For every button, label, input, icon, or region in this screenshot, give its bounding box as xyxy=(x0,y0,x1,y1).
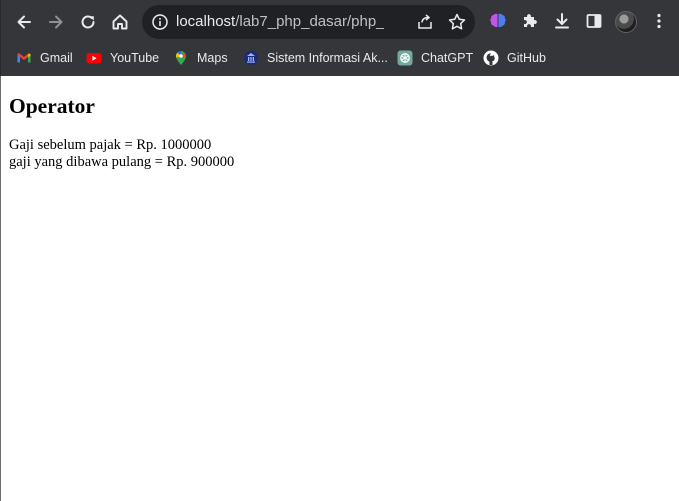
url-host: localhost xyxy=(176,13,236,30)
bookmark-youtube[interactable]: YouTube xyxy=(86,47,159,69)
reload-icon xyxy=(81,15,95,29)
arrow-right-icon xyxy=(49,15,63,29)
bookmark-label: ChatGPT xyxy=(421,51,474,65)
side-panel-button[interactable] xyxy=(583,10,605,32)
brain-extension-button[interactable] xyxy=(487,10,509,32)
bookmark-sistem-informasi[interactable]: Sistem Informasi Ak... xyxy=(243,47,388,69)
bookmark-label: Sistem Informasi Ak... xyxy=(267,51,388,65)
reload-button[interactable] xyxy=(74,8,102,36)
bookmark-chatgpt[interactable]: ChatGPT xyxy=(397,47,473,69)
browser-menu-button[interactable] xyxy=(648,10,670,32)
share-icon[interactable] xyxy=(416,13,434,31)
page-heading: Operator xyxy=(9,94,95,118)
bookmark-label: Maps xyxy=(197,51,228,65)
side-panel-icon xyxy=(586,14,602,28)
bookmark-label: YouTube xyxy=(110,51,160,65)
university-icon xyxy=(243,50,259,66)
kebab-menu-icon xyxy=(657,13,661,29)
info-icon[interactable] xyxy=(151,13,169,31)
bookmark-maps[interactable]: Maps xyxy=(173,47,228,69)
download-icon xyxy=(555,13,569,29)
take-home-pay-text: gaji yang dibawa pulang = Rp. 900000 xyxy=(9,154,235,170)
url-text[interactable]: localhost/lab7_php_dasar/php_dasa... xyxy=(176,13,384,31)
bookmark-label: GitHub xyxy=(507,51,546,65)
bookmark-label: Gmail xyxy=(40,51,73,65)
downloads-button[interactable] xyxy=(551,10,573,32)
page-content: Operator Gaji sebelum pajak = Rp. 100000… xyxy=(0,76,679,501)
arrow-left-icon xyxy=(17,15,31,29)
puzzle-icon xyxy=(524,14,537,27)
address-bar[interactable]: localhost/lab7_php_dasar/php_dasa... xyxy=(142,5,475,39)
chatgpt-icon xyxy=(397,50,413,66)
forward-button[interactable] xyxy=(42,8,70,36)
bookmark-github[interactable]: GitHub xyxy=(483,47,546,69)
browser-chrome: localhost/lab7_php_dasar/php_dasa... xyxy=(0,0,679,76)
home-icon xyxy=(112,14,128,30)
salary-before-tax-text: Gaji sebelum pajak = Rp. 1000000 xyxy=(9,137,212,153)
home-button[interactable] xyxy=(106,8,134,36)
maps-icon xyxy=(173,50,189,66)
github-icon xyxy=(483,50,499,66)
brain-extension-icon xyxy=(490,13,506,28)
browser-toolbar: localhost/lab7_php_dasar/php_dasa... xyxy=(1,0,679,44)
star-icon[interactable] xyxy=(447,12,467,32)
bookmarks-bar: Gmail YouTube Maps Sistem Informasi Ak..… xyxy=(1,44,679,72)
profile-avatar[interactable] xyxy=(615,11,637,33)
back-button[interactable] xyxy=(10,8,38,36)
extensions-button[interactable] xyxy=(519,10,541,32)
gmail-icon xyxy=(16,50,32,66)
url-path: /lab7_php_dasar/php_dasa... xyxy=(235,13,384,30)
bookmark-gmail[interactable]: Gmail xyxy=(16,47,73,69)
youtube-icon xyxy=(86,50,102,66)
